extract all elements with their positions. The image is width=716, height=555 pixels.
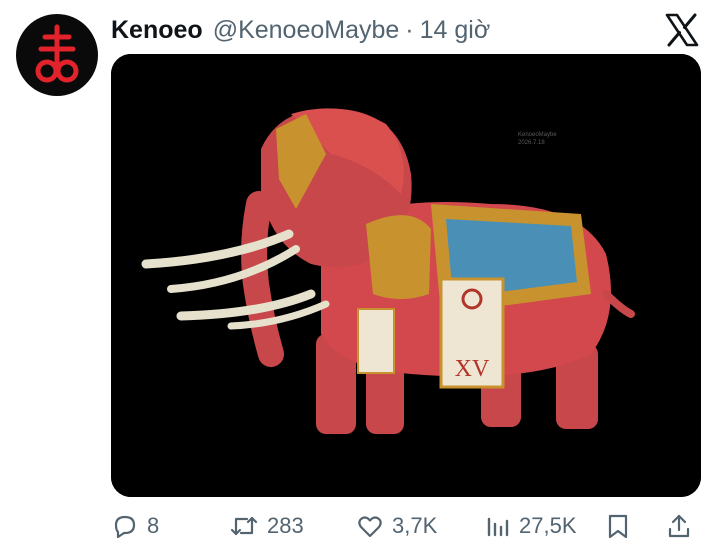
- like-button[interactable]: 3,7K: [356, 505, 437, 547]
- drape-numeral: XV: [455, 356, 490, 382]
- like-icon: [358, 516, 382, 538]
- author-handle[interactable]: @KenoeoMaybe: [213, 16, 400, 45]
- tweet-action-bar: 8 283 3,7K 27,5K: [111, 505, 701, 547]
- leviathan-cross-icon: [35, 24, 79, 83]
- signature-line-2: 2026.7.18: [518, 140, 545, 146]
- separator-dot: ·: [405, 15, 414, 44]
- like-count: 3,7K: [392, 513, 438, 538]
- reply-button[interactable]: 8: [111, 505, 159, 547]
- views-button[interactable]: 27,5K: [483, 505, 577, 547]
- repost-icon: [230, 516, 258, 536]
- reply-count: 8: [147, 513, 160, 538]
- timestamp[interactable]: 14 giờ: [420, 16, 491, 45]
- tweet-header: Kenoeo @KenoeoMaybe · 14 giờ: [111, 10, 490, 50]
- signature-line-1: KenoeoMaybe: [518, 132, 557, 138]
- share-button[interactable]: [665, 505, 693, 547]
- views-count: 27,5K: [519, 513, 577, 538]
- bookmark-icon: [608, 514, 628, 539]
- x-logo-icon[interactable]: [664, 12, 700, 48]
- avatar[interactable]: [16, 14, 98, 96]
- author-name[interactable]: Kenoeo: [111, 16, 203, 45]
- reply-icon: [114, 515, 136, 539]
- repost-count: 283: [267, 513, 304, 538]
- views-icon: [487, 517, 509, 537]
- tweet-media-image[interactable]: XV KenoeoMaybe 2026.7.18: [111, 54, 701, 497]
- elephant-illustration: XV KenoeoMaybe 2026.7.18: [111, 54, 701, 497]
- share-icon: [668, 514, 690, 538]
- repost-button[interactable]: 283: [229, 505, 304, 547]
- bookmark-button[interactable]: [605, 505, 631, 547]
